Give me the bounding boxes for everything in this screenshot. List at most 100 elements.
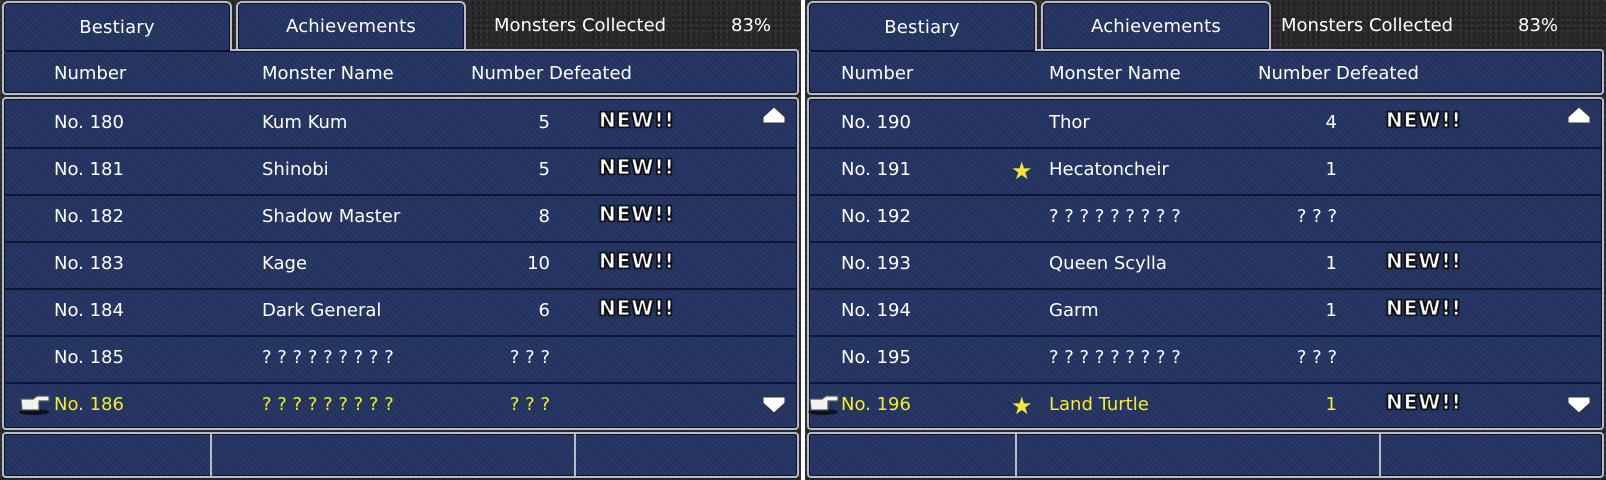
footer-divider xyxy=(1015,434,1017,476)
defeated-count: ? ? ? xyxy=(509,347,550,368)
tab-bestiary-label: Bestiary xyxy=(884,16,960,38)
tab-bestiary[interactable]: Bestiary xyxy=(2,1,232,51)
monster-name: Dark General xyxy=(262,300,382,321)
monster-number: No. 183 xyxy=(54,253,124,274)
list-item[interactable]: No. 181 Shinobi 5 NEW!! xyxy=(4,146,797,196)
monster-name: Land Turtle xyxy=(1049,394,1149,415)
monster-number: No. 192 xyxy=(841,206,911,227)
scroll-up-arrow-icon[interactable] xyxy=(1566,105,1592,125)
column-header: Number Monster Name Number Defeated xyxy=(807,49,1604,95)
monster-number: No. 195 xyxy=(841,347,911,368)
list-item[interactable]: No. 193 Queen Scylla 1 NEW!! xyxy=(809,240,1602,290)
header-monster-name[interactable]: Monster Name xyxy=(1049,63,1181,84)
monster-number: No. 180 xyxy=(54,112,124,133)
new-badge: NEW!! xyxy=(1386,249,1462,274)
monster-number: No. 191 xyxy=(841,159,911,180)
defeated-count: 8 xyxy=(538,206,550,227)
footer-divider xyxy=(1379,434,1381,476)
header-monster-name[interactable]: Monster Name xyxy=(262,63,394,84)
defeated-count: 6 xyxy=(538,300,550,321)
header-number-defeated[interactable]: Number Defeated xyxy=(1258,63,1419,84)
bestiary-panel-left: Bestiary Achievements Monsters Collected… xyxy=(0,0,801,480)
new-badge: NEW!! xyxy=(599,155,675,180)
defeated-count: ? ? ? xyxy=(509,394,550,415)
scroll-up-arrow-icon[interactable] xyxy=(761,105,787,125)
list-item[interactable]: No. 190 Thor 4 NEW!! xyxy=(809,99,1602,149)
defeated-count: 10 xyxy=(527,253,550,274)
list-item[interactable]: No. 194 Garm 1 NEW!! xyxy=(809,287,1602,337)
monster-name: Thor xyxy=(1049,112,1090,133)
list-item[interactable]: No. 182 Shadow Master 8 NEW!! xyxy=(4,193,797,243)
defeated-count: ? ? ? xyxy=(1296,206,1337,227)
defeated-count: 1 xyxy=(1325,253,1337,274)
monsters-collected-value: 83% xyxy=(731,14,772,36)
monster-name: Kum Kum xyxy=(262,112,348,133)
monster-name: ? ? ? ? ? ? ? ? ? xyxy=(1049,206,1181,227)
list-item[interactable]: No. 183 Kage 10 NEW!! xyxy=(4,240,797,290)
monster-name: ? ? ? ? ? ? ? ? ? xyxy=(262,347,394,368)
defeated-count: ? ? ? xyxy=(1296,347,1337,368)
monster-name: Queen Scylla xyxy=(1049,253,1167,274)
tab-bestiary[interactable]: Bestiary xyxy=(807,1,1037,51)
new-badge: NEW!! xyxy=(599,202,675,227)
tab-achievements-label: Achievements xyxy=(286,15,416,37)
monsters-collected-value: 83% xyxy=(1518,14,1559,36)
footer-divider xyxy=(210,434,212,476)
footer-divider xyxy=(574,434,576,476)
list-item-selected[interactable]: No. 186 ? ? ? ? ? ? ? ? ? ? ? ? xyxy=(4,381,797,428)
list-item[interactable]: No. 185 ? ? ? ? ? ? ? ? ? ? ? ? xyxy=(4,334,797,384)
tab-achievements[interactable]: Achievements xyxy=(236,1,466,49)
header-number[interactable]: Number xyxy=(54,63,126,84)
monsters-collected-label: Monsters Collected xyxy=(494,14,667,36)
monster-number: No. 194 xyxy=(841,300,911,321)
defeated-count: 1 xyxy=(1325,394,1337,415)
star-icon: ★ xyxy=(1011,392,1033,420)
footer-bar xyxy=(807,432,1604,478)
footer-bar xyxy=(2,432,799,478)
monster-name: ? ? ? ? ? ? ? ? ? xyxy=(1049,347,1181,368)
monster-list: No. 180 Kum Kum 5 NEW!! No. 181 Shinobi … xyxy=(2,97,799,430)
tab-achievements[interactable]: Achievements xyxy=(1041,1,1271,49)
scroll-down-arrow-icon[interactable] xyxy=(761,395,787,415)
new-badge: NEW!! xyxy=(599,108,675,133)
defeated-count: 1 xyxy=(1325,159,1337,180)
header-number-defeated[interactable]: Number Defeated xyxy=(471,63,632,84)
list-item[interactable]: No. 195 ? ? ? ? ? ? ? ? ? ? ? ? xyxy=(809,334,1602,384)
monster-number: No. 196 xyxy=(841,394,911,415)
bestiary-panel-right: Bestiary Achievements Monsters Collected… xyxy=(805,0,1606,480)
monster-name: ? ? ? ? ? ? ? ? ? xyxy=(262,394,394,415)
list-item[interactable]: No. 184 Dark General 6 NEW!! xyxy=(4,287,797,337)
pointing-hand-icon xyxy=(808,395,839,415)
pointing-hand-icon xyxy=(19,395,50,415)
defeated-count: 1 xyxy=(1325,300,1337,321)
defeated-count: 4 xyxy=(1325,112,1337,133)
monster-number: No. 190 xyxy=(841,112,911,133)
monsters-collected-label: Monsters Collected xyxy=(1281,14,1454,36)
list-item[interactable]: No. 192 ? ? ? ? ? ? ? ? ? ? ? ? xyxy=(809,193,1602,243)
tab-bestiary-label: Bestiary xyxy=(79,16,155,38)
monster-list: No. 190 Thor 4 NEW!! No. 191 ★ Hecatonch… xyxy=(807,97,1604,430)
list-item[interactable]: No. 191 ★ Hecatoncheir 1 xyxy=(809,146,1602,196)
monster-number: No. 181 xyxy=(54,159,124,180)
monster-name: Shadow Master xyxy=(262,206,401,227)
star-icon: ★ xyxy=(1011,157,1033,185)
monster-number: No. 193 xyxy=(841,253,911,274)
monster-number: No. 186 xyxy=(54,394,124,415)
monster-name: Kage xyxy=(262,253,308,274)
header-number[interactable]: Number xyxy=(841,63,913,84)
new-badge: NEW!! xyxy=(599,296,675,321)
monster-number: No. 182 xyxy=(54,206,124,227)
monster-name: Hecatoncheir xyxy=(1049,159,1169,180)
monster-name: Garm xyxy=(1049,300,1099,321)
scroll-down-arrow-icon[interactable] xyxy=(1566,395,1592,415)
new-badge: NEW!! xyxy=(599,249,675,274)
defeated-count: 5 xyxy=(538,159,550,180)
tab-achievements-label: Achievements xyxy=(1091,15,1221,37)
new-badge: NEW!! xyxy=(1386,108,1462,133)
list-item[interactable]: No. 180 Kum Kum 5 NEW!! xyxy=(4,99,797,149)
column-header: Number Monster Name Number Defeated xyxy=(2,49,799,95)
list-item-selected[interactable]: No. 196 ★ Land Turtle 1 NEW!! xyxy=(809,381,1602,428)
monster-number: No. 185 xyxy=(54,347,124,368)
defeated-count: 5 xyxy=(538,112,550,133)
monster-number: No. 184 xyxy=(54,300,124,321)
